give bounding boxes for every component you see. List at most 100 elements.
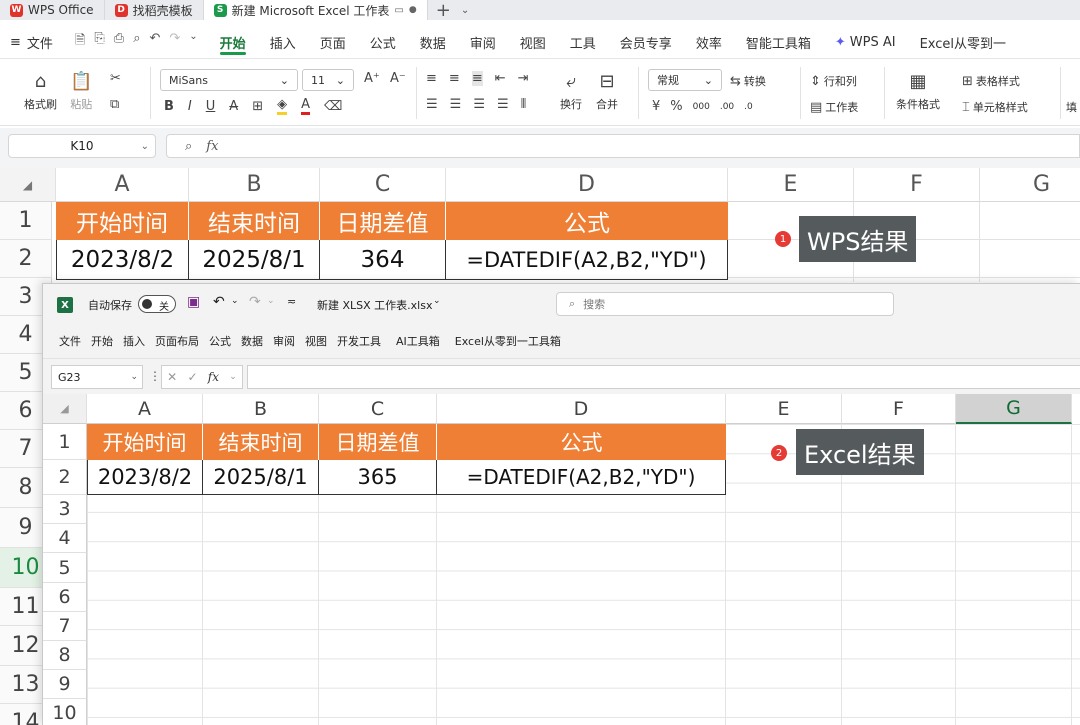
row-header-10[interactable]: 10 [43, 699, 87, 725]
row-header-1[interactable]: 1 [43, 424, 87, 460]
menu-smart-toolbox[interactable]: 智能工具箱 [734, 28, 823, 56]
cell-a2[interactable]: 2023/8/2 [87, 460, 203, 495]
column-header-d[interactable]: D [446, 168, 728, 202]
menu-formulas[interactable]: 公式 [204, 333, 236, 349]
fx-icon[interactable]: fx [206, 139, 218, 154]
menu-data[interactable]: 数据 [236, 333, 268, 349]
redo-icon[interactable]: ↷ [169, 31, 180, 53]
undo-icon[interactable]: ↶ [149, 31, 160, 53]
cell-c1[interactable]: 日期差值 [320, 202, 446, 240]
menu-home[interactable]: 开始 [86, 333, 118, 349]
cancel-icon[interactable]: ✕ [167, 370, 177, 384]
menu-developer[interactable]: 开发工具 [332, 333, 386, 349]
name-box[interactable]: K10 ⌄ [8, 134, 156, 158]
cell-b1[interactable]: 结束时间 [203, 424, 319, 460]
menu-insert[interactable]: 插入 [118, 333, 150, 349]
column-header-g[interactable]: G [956, 394, 1072, 424]
percent-icon[interactable]: % [670, 99, 682, 114]
row-header-9[interactable]: 9 [43, 670, 87, 699]
align-center-icon[interactable]: ☰ [450, 97, 462, 112]
menu-view[interactable]: 视图 [300, 333, 332, 349]
align-left-icon[interactable]: ☰ [426, 97, 438, 112]
column-header-e[interactable]: E [728, 168, 854, 202]
menu-wps-ai[interactable]: ✦ WPS AI [823, 28, 908, 56]
menu-page[interactable]: 页面 [308, 28, 358, 56]
underline-icon[interactable]: U [206, 99, 216, 114]
menu-efficiency[interactable]: 效率 [684, 28, 734, 56]
copy-icon[interactable]: ⧉ [110, 97, 119, 112]
row-header-6[interactable]: 6 [43, 583, 87, 612]
cell-a1[interactable]: 开始时间 [87, 424, 203, 460]
cell-d1[interactable]: 公式 [437, 424, 726, 460]
row-header-3[interactable]: 3 [43, 495, 87, 524]
column-header-g[interactable]: G [980, 168, 1080, 202]
formula-input[interactable] [247, 365, 1080, 389]
justify-icon[interactable]: ☰ [497, 97, 509, 112]
row-header-8[interactable]: 8 [43, 641, 87, 670]
thousands-icon[interactable]: 000 [693, 102, 710, 112]
menu-file[interactable]: ≡ 文件 [0, 28, 65, 56]
cell-b2[interactable]: 2025/8/1 [189, 240, 320, 280]
cell-a1[interactable]: 开始时间 [56, 202, 189, 240]
tab-docer-templates[interactable]: D 找稻壳模板 [105, 0, 204, 20]
column-header-c[interactable]: C [319, 394, 437, 424]
fill-button[interactable]: 填 [1066, 99, 1077, 115]
indent-decrease-icon[interactable]: ⇤ [495, 71, 506, 86]
row-header-1[interactable]: 1 [0, 202, 52, 240]
row-header-4[interactable]: 4 [43, 524, 87, 553]
increase-font-icon[interactable]: A⁺ [364, 71, 380, 86]
menu-excel-toolbox[interactable]: Excel从零到一工具箱 [450, 333, 566, 349]
currency-icon[interactable]: ¥ [652, 99, 660, 114]
zoom-icon[interactable]: ⌕ [185, 139, 192, 154]
more-icon[interactable]: ⋮ [149, 369, 161, 383]
border-icon[interactable]: ⊞ [252, 99, 263, 114]
cell-b2[interactable]: 2025/8/1 [203, 460, 319, 495]
redo-icon[interactable]: ↷ [249, 294, 261, 310]
customize-qat-icon[interactable]: ≂ [287, 295, 296, 308]
italic-icon[interactable]: I [188, 99, 192, 114]
row-header-2[interactable]: 2 [43, 460, 87, 495]
clear-format-icon[interactable]: ⌫ [324, 99, 342, 114]
conditional-format-button[interactable]: ▦ 条件格式 [896, 71, 940, 112]
chevron-down-icon[interactable]: ⌄ [189, 31, 197, 53]
font-size-select[interactable]: 11 ⌄ [302, 69, 354, 91]
align-bottom-icon[interactable]: ≡ [471, 71, 483, 86]
undo-icon[interactable]: ↶ [213, 294, 225, 310]
menu-insert[interactable]: 插入 [258, 28, 308, 56]
chevron-down-icon[interactable]: ⌄ [267, 296, 275, 306]
cell-c2[interactable]: 364 [320, 240, 446, 280]
row-col-button[interactable]: ⇕ 行和列 [810, 73, 857, 89]
file-name[interactable]: 新建 XLSX 工作表.xlsx [317, 297, 432, 313]
column-header-a[interactable]: A [87, 394, 203, 424]
column-header-c[interactable]: C [320, 168, 446, 202]
indent-increase-icon[interactable]: ⇥ [518, 71, 529, 86]
menu-page-layout[interactable]: 页面布局 [150, 333, 204, 349]
save-icon[interactable]: ▣ [187, 294, 200, 310]
chevron-down-icon[interactable]: ⌄ [231, 296, 239, 306]
menu-formula[interactable]: 公式 [358, 28, 408, 56]
menu-review[interactable]: 审阅 [268, 333, 300, 349]
chevron-down-icon[interactable]: ⌄ [229, 372, 237, 382]
column-header-a[interactable]: A [56, 168, 189, 202]
worksheet-button[interactable]: ▤ 工作表 [810, 99, 858, 115]
select-all-corner[interactable]: ◢ [0, 168, 56, 202]
menu-data[interactable]: 数据 [408, 28, 458, 56]
print-icon[interactable]: ⎙ [114, 31, 124, 53]
decrease-font-icon[interactable]: A⁻ [390, 71, 406, 86]
fill-color-icon[interactable]: ◈ [277, 97, 288, 115]
paste-button[interactable]: 📋 粘贴 [70, 71, 92, 112]
name-box[interactable]: G23 ⌄ [51, 365, 143, 389]
confirm-icon[interactable]: ✓ [187, 370, 197, 384]
menu-view[interactable]: 视图 [508, 28, 558, 56]
save-icon[interactable]: 🗎 [75, 31, 85, 53]
column-header-e[interactable]: E [726, 394, 842, 424]
column-header-f[interactable]: F [854, 168, 980, 202]
cell-d2[interactable]: =DATEDIF(A2,B2,"YD") [446, 240, 728, 280]
search-box[interactable]: ⌕ 搜索 [556, 292, 894, 316]
column-header-b[interactable]: B [189, 168, 320, 202]
tab-wps-office[interactable]: W WPS Office [0, 0, 105, 20]
menu-ai-toolbox[interactable]: AI工具箱 [386, 333, 450, 349]
cell-style-button[interactable]: ⌶ 单元格样式 [962, 99, 1028, 115]
align-right-icon[interactable]: ☰ [473, 97, 485, 112]
wrap-text-button[interactable]: ⤶ 换行 [560, 71, 582, 112]
